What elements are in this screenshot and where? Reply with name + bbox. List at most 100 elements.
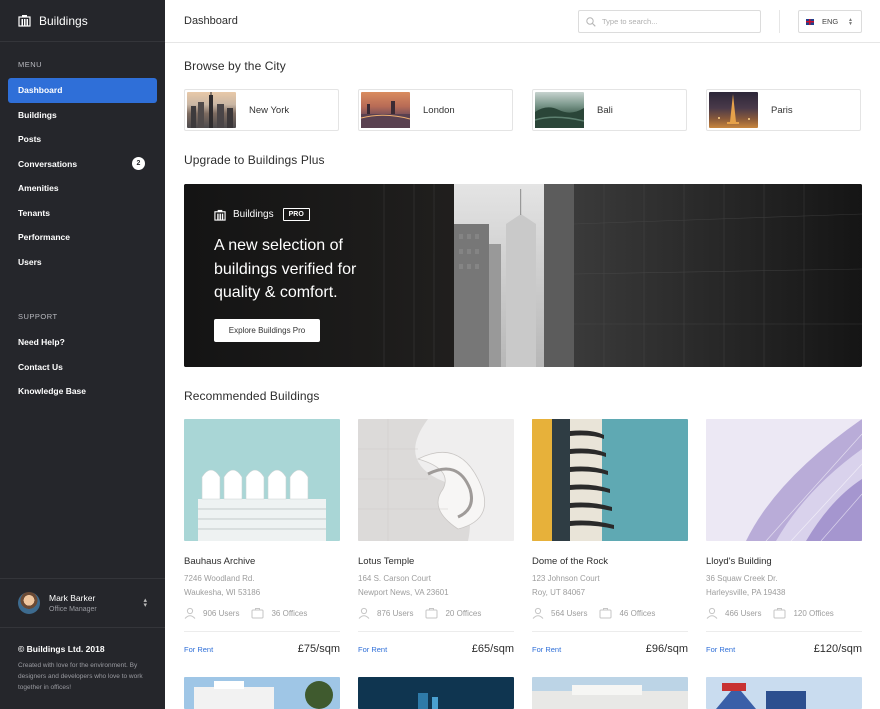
offices-count: 20 Offices (445, 608, 482, 618)
upgrade-heading: Upgrade to Buildings Plus (184, 153, 325, 167)
buildings-logo-icon (214, 209, 226, 221)
status-link[interactable]: For Rent (706, 645, 735, 654)
briefcase-icon (773, 608, 786, 619)
building-card[interactable]: Bauhaus Archive 7246 Woodland Rd. Waukes… (184, 419, 340, 655)
chevron-up-down-icon: ▲ ▼ (848, 17, 853, 27)
user-name: Mark Barker (49, 593, 96, 603)
hero-brand: Buildings PRO (214, 208, 310, 221)
sidebar-item-users[interactable]: Users (0, 250, 157, 275)
price: £96/sqm (645, 643, 688, 655)
building-name: Dome of the Rock (532, 556, 609, 567)
search-box[interactable] (578, 10, 761, 33)
language-select[interactable]: ENG ▲ ▼ (798, 10, 862, 33)
building-image[interactable] (706, 677, 862, 709)
sidebar-item-label: Posts (18, 134, 42, 145)
building-stats: 564 Users 46 Offices (532, 606, 688, 620)
building-address: 7246 Woodland Rd. Waukesha, WI 53186 (184, 572, 340, 599)
divider (706, 631, 862, 632)
price: £65/sqm (471, 643, 514, 655)
sidebar-item-label: Contact Us (18, 361, 63, 372)
building-image[interactable] (532, 677, 688, 709)
footer-text: Created with love for the environment. B… (18, 662, 143, 691)
language-value: ENG (822, 17, 839, 26)
card-footer: For Rent £75/sqm (184, 643, 340, 655)
sidebar-item-label: Buildings (18, 109, 57, 120)
building-name: Bauhaus Archive (184, 556, 256, 567)
status-link[interactable]: For Rent (532, 645, 561, 654)
sidebar-item-performance[interactable]: Performance (0, 225, 157, 250)
footer-copyright: © Buildings Ltd. 2018 (18, 644, 105, 654)
browse-city-heading: Browse by the City (184, 59, 286, 73)
sidebar-item-label: Users (18, 256, 42, 267)
city-card-new-york[interactable]: New York (184, 89, 339, 131)
building-stats: 906 Users 36 Offices (184, 606, 340, 620)
sidebar-item-amenities[interactable]: Amenities (0, 176, 157, 201)
city-card-paris[interactable]: Paris (706, 89, 861, 131)
sidebar-item-buildings[interactable]: Buildings (0, 103, 157, 128)
sidebar-item-label: Performance (18, 232, 70, 243)
address-line-2: Newport News, VA 23601 (358, 587, 449, 597)
sidebar-item-label: Knowledge Base (18, 386, 87, 397)
pro-badge: PRO (282, 208, 310, 221)
menu-section-label: MENU (18, 60, 43, 69)
price: £120/sqm (813, 643, 862, 655)
building-address: 36 Squaw Creek Dr. Harleysville, PA 1943… (706, 572, 862, 599)
users-count: 876 Users (377, 608, 414, 618)
sidebar-item-contact-us[interactable]: Contact Us (0, 355, 157, 380)
city-card-bali[interactable]: Bali (532, 89, 687, 131)
offices-count: 36 Offices (271, 608, 308, 618)
user-icon (358, 607, 370, 619)
address-line-2: Harleysville, PA 19438 (706, 587, 786, 597)
sidebar-item-label: Conversations (18, 158, 78, 169)
user-switcher[interactable]: Mark Barker Office Manager ▴ ▾ (0, 578, 165, 628)
explore-pro-button[interactable]: Explore Buildings Pro (214, 319, 320, 342)
hero-brand-name: Buildings (233, 209, 274, 220)
building-image (184, 419, 340, 541)
sidebar-item-need-help[interactable]: Need Help? (0, 330, 157, 355)
city-name: New York (249, 104, 290, 116)
sidebar-item-tenants[interactable]: Tenants (0, 201, 157, 226)
recommended-heading: Recommended Buildings (184, 389, 320, 403)
address-line-1: 123 Johnson Court (532, 574, 600, 583)
address-line-1: 7246 Woodland Rd. (184, 574, 255, 583)
offices-count: 120 Offices (793, 608, 834, 618)
city-card-london[interactable]: London (358, 89, 513, 131)
city-thumbnail (709, 92, 758, 128)
address-line-1: 36 Squaw Creek Dr. (706, 574, 778, 583)
search-input[interactable] (602, 17, 752, 26)
buildings-logo-icon (18, 15, 31, 27)
building-card[interactable]: Dome of the Rock 123 Johnson Court Roy, … (532, 419, 688, 655)
card-footer: For Rent £96/sqm (532, 643, 688, 655)
upgrade-banner: Buildings PRO A new selection of buildin… (184, 184, 862, 367)
city-thumbnail (360, 92, 411, 128)
building-name: Lotus Temple (358, 556, 415, 567)
city-thumbnail (534, 92, 585, 128)
sidebar-item-posts[interactable]: Posts (0, 127, 157, 152)
building-stats: 466 Users 120 Offices (706, 606, 862, 620)
card-footer: For Rent £65/sqm (358, 643, 514, 655)
building-image[interactable] (184, 677, 340, 709)
users-count: 906 Users (203, 608, 240, 618)
status-link[interactable]: For Rent (358, 645, 387, 654)
address-line-2: Roy, UT 84067 (532, 587, 586, 597)
building-image (532, 419, 688, 541)
divider (532, 631, 688, 632)
avatar (18, 592, 40, 614)
card-footer: For Rent £120/sqm (706, 643, 862, 655)
status-link[interactable]: For Rent (184, 645, 213, 654)
brand[interactable]: Buildings (0, 0, 165, 42)
sidebar-item-conversations[interactable]: Conversations 2 (0, 152, 157, 177)
users-count: 564 Users (551, 608, 588, 618)
building-card[interactable]: Lotus Temple 164 S. Carson Court Newport… (358, 419, 514, 655)
divider (779, 10, 780, 33)
briefcase-icon (425, 608, 438, 619)
sidebar: Buildings MENU Dashboard Buildings Posts… (0, 0, 165, 709)
city-name: Bali (597, 104, 613, 116)
divider (184, 631, 340, 632)
city-thumbnail (187, 92, 236, 128)
sidebar-item-dashboard[interactable]: Dashboard (8, 78, 157, 103)
sidebar-item-knowledge-base[interactable]: Knowledge Base (0, 379, 157, 404)
page-title: Dashboard (184, 15, 238, 27)
building-image[interactable] (358, 677, 514, 709)
building-card[interactable]: Lloyd's Building 36 Squaw Creek Dr. Harl… (706, 419, 862, 655)
